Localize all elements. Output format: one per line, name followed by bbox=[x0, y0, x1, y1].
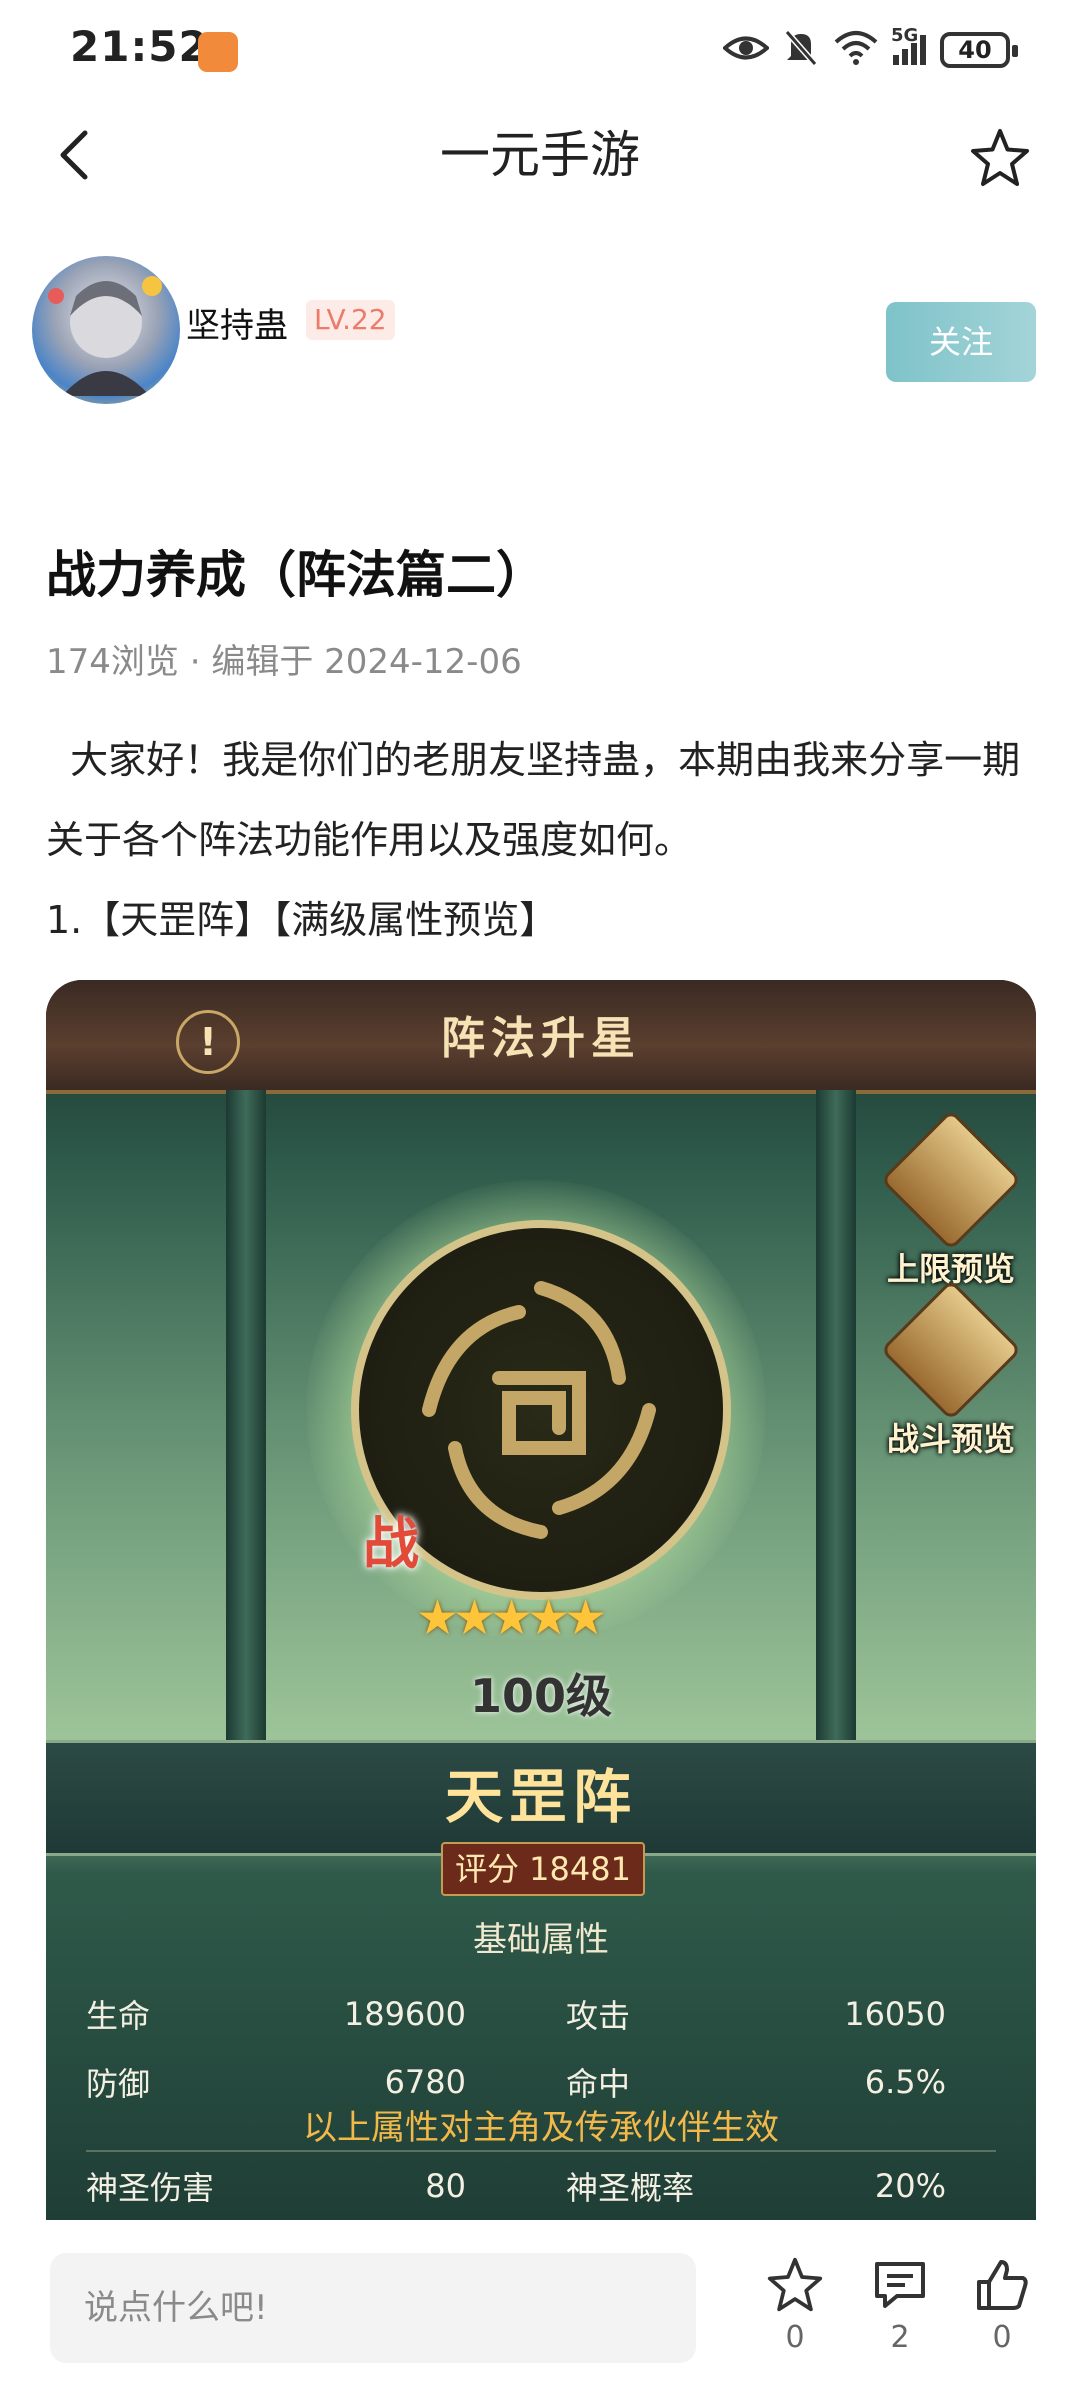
avatar[interactable] bbox=[32, 256, 180, 404]
status-time: 21:52 bbox=[70, 22, 209, 71]
pillar-decoration bbox=[816, 1090, 856, 1740]
side-button-label: 战斗预览 bbox=[886, 1420, 1015, 1458]
network-type: 5G bbox=[891, 25, 919, 46]
game-header-title: 阵法升星 bbox=[441, 1013, 641, 1064]
thumbs-up-icon bbox=[977, 2260, 1028, 2310]
attribute-value: 80 bbox=[425, 2167, 466, 2205]
battery-icon: 40 bbox=[940, 32, 1018, 68]
app-notification-icon bbox=[198, 32, 238, 72]
status-icons: 5G 40 bbox=[722, 25, 1018, 74]
favorite-button[interactable] bbox=[960, 118, 1040, 198]
follow-button[interactable]: 关注 bbox=[886, 302, 1036, 382]
eye-icon bbox=[722, 33, 770, 67]
attribute-label: 神圣伤害 bbox=[86, 2169, 215, 2207]
level-badge: LV.22 bbox=[306, 300, 395, 340]
scroll-icon bbox=[880, 1109, 1022, 1251]
attribute-value: 6.5% bbox=[864, 2063, 946, 2101]
post-meta: 174浏览 · 编辑于 2024-12-06 bbox=[46, 642, 522, 682]
mute-bell-icon bbox=[783, 28, 819, 72]
attribute-label: 防御 bbox=[86, 2065, 151, 2103]
favorite-action[interactable]: 0 bbox=[760, 2256, 830, 2355]
favorite-count: 0 bbox=[785, 2320, 805, 2355]
comment-input[interactable]: 说点什么吧! bbox=[50, 2253, 696, 2363]
signal-icon: 5G bbox=[891, 25, 926, 65]
battle-preview-button[interactable]: 战斗预览 bbox=[880, 1279, 1022, 1460]
limit-preview-button[interactable]: 上限预览 bbox=[880, 1109, 1022, 1290]
attribute-row: 神圣伤害 80 神圣概率 20% bbox=[86, 2150, 996, 2220]
star-outline-icon bbox=[767, 2257, 823, 2312]
post-image[interactable]: ! 阵法升星 上限预览 战斗预览 战 ★★★★★ 100级 天罡阵 评分 184… bbox=[46, 980, 1036, 2220]
pillar-decoration bbox=[226, 1090, 266, 1740]
comment-action[interactable]: 2 bbox=[865, 2256, 935, 2355]
page-title: 一元手游 bbox=[440, 126, 640, 184]
attribute-table: 生命 189600 攻击 16050 防御 6780 命中 6.5% bbox=[86, 1980, 996, 2116]
attribute-value: 189600 bbox=[343, 1995, 466, 2033]
author-name[interactable]: 坚持蛊 bbox=[186, 298, 288, 347]
battle-badge: 战 bbox=[363, 1512, 419, 1577]
wifi-icon bbox=[833, 30, 879, 70]
attribute-label: 生命 bbox=[86, 1997, 151, 2035]
attribute-label: 攻击 bbox=[566, 1997, 631, 2035]
like-action[interactable]: 0 bbox=[967, 2256, 1037, 2355]
post-paragraph: 大家好！我是你们的老朋友坚持蛊，本期由我来分享一期关于各个阵法功能作用以及强度如… bbox=[46, 738, 1021, 862]
post-title: 战力养成（阵法篇二） bbox=[46, 546, 546, 604]
comment-icon bbox=[875, 2262, 925, 2308]
formation-name: 天罡阵 bbox=[444, 1763, 637, 1831]
score-badge: 评分 18481 bbox=[441, 1842, 645, 1896]
post-body: 大家好！我是你们的老朋友坚持蛊，本期由我来分享一期关于各个阵法功能作用以及强度如… bbox=[46, 720, 1036, 960]
like-count: 0 bbox=[992, 2320, 1012, 2355]
comment-count: 2 bbox=[890, 2320, 910, 2355]
attribute-value: 16050 bbox=[844, 1995, 946, 2033]
attribute-label: 命中 bbox=[566, 2065, 631, 2103]
attribute-label: 神圣概率 bbox=[566, 2169, 695, 2207]
star-rating: ★★★★★ bbox=[416, 1590, 607, 1646]
attribute-value: 6780 bbox=[384, 2063, 466, 2101]
base-attributes-title: 基础属性 bbox=[473, 1920, 609, 1960]
banner-icon bbox=[880, 1279, 1022, 1421]
star-outline-icon bbox=[971, 129, 1029, 186]
attribute-note: 以上属性对主角及传承伙伴生效 bbox=[303, 2108, 779, 2148]
attribute-row: 生命 189600 攻击 16050 bbox=[86, 1980, 996, 2048]
battery-level: 40 bbox=[958, 36, 992, 64]
attribute-value: 20% bbox=[874, 2167, 946, 2205]
post-paragraph: 1.【天罡阵】【满级属性预览】 bbox=[46, 898, 558, 942]
formation-level: 100级 bbox=[469, 1669, 613, 1723]
